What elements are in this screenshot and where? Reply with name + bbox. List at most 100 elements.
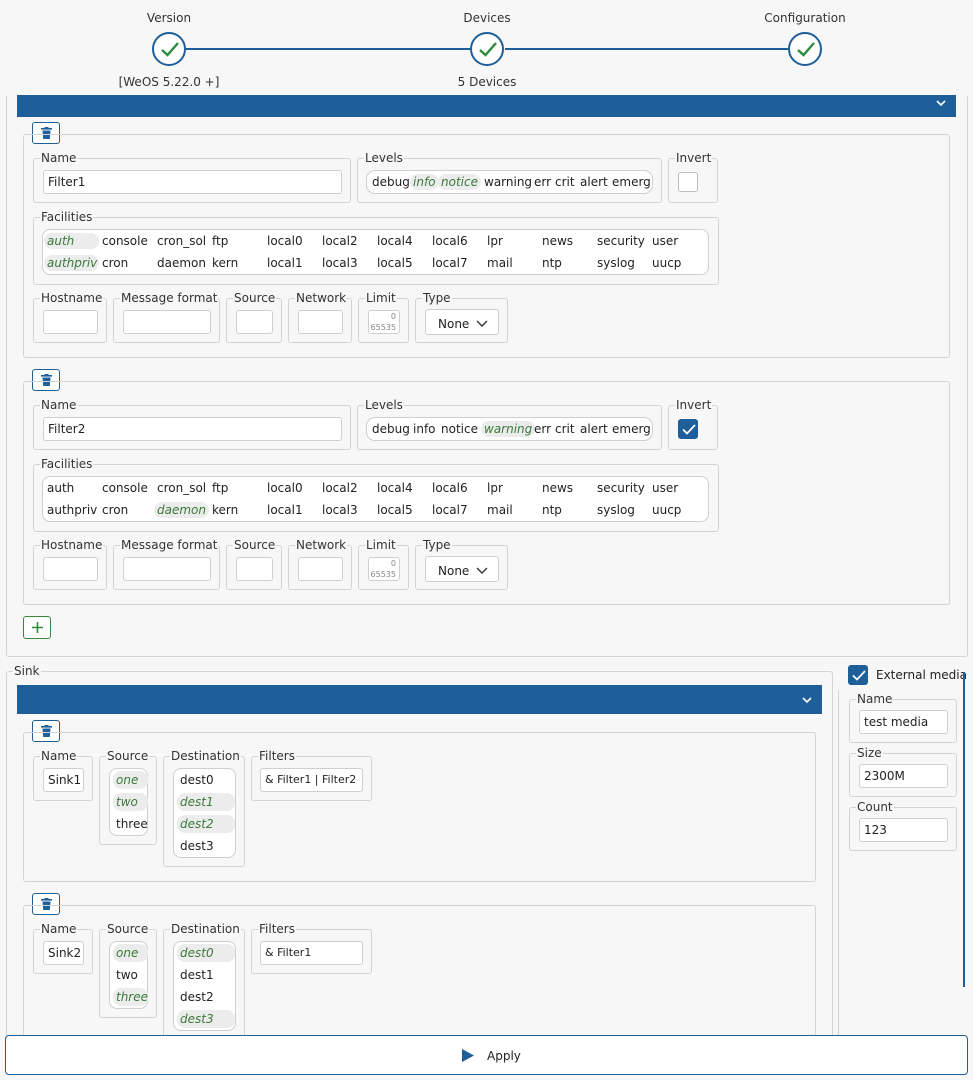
message-format-input[interactable] xyxy=(123,310,211,334)
step-devices-circle[interactable] xyxy=(470,32,504,66)
level-option[interactable]: notice xyxy=(438,174,481,190)
level-option[interactable]: notice xyxy=(438,421,481,437)
level-option[interactable]: alert xyxy=(577,174,611,190)
filter-name-input[interactable]: Filter2 xyxy=(43,417,342,441)
sink-source-select[interactable]: one two three xyxy=(109,941,148,1009)
levels-select[interactable]: debug info notice warning err crit alert… xyxy=(366,417,653,441)
sink-name-input[interactable]: Sink2 xyxy=(43,941,84,965)
facility-option[interactable]: auth xyxy=(44,480,77,496)
facility-option[interactable]: ntp xyxy=(539,255,565,271)
destination-option[interactable]: dest2 xyxy=(177,815,235,833)
level-option[interactable]: crit xyxy=(552,174,578,190)
level-option[interactable]: emerg xyxy=(609,174,654,190)
facility-option[interactable]: ntp xyxy=(539,502,565,518)
facilities-select[interactable]: auth console cron_sol ftp local0 local2 … xyxy=(42,476,709,522)
facility-option[interactable]: local5 xyxy=(374,502,416,518)
sink-filters-input[interactable]: & Filter1 | Filter2 xyxy=(260,768,363,792)
facility-option[interactable]: user xyxy=(649,480,681,496)
facility-option[interactable]: local4 xyxy=(374,480,416,496)
facility-option[interactable]: local7 xyxy=(429,255,471,271)
add-filter-button[interactable] xyxy=(23,616,51,639)
facility-option[interactable]: authpriv xyxy=(44,255,99,271)
facility-option[interactable]: local0 xyxy=(264,233,306,249)
facility-option[interactable]: news xyxy=(539,233,576,249)
apply-button[interactable]: Apply xyxy=(5,1035,968,1075)
level-option[interactable]: warning xyxy=(481,421,536,437)
facility-option[interactable]: lpr xyxy=(484,233,506,249)
facility-option[interactable]: uucp xyxy=(649,502,684,518)
source-option[interactable]: three xyxy=(113,815,151,833)
facility-option[interactable]: security xyxy=(594,480,648,496)
level-option[interactable]: err xyxy=(531,421,554,437)
hostname-input[interactable] xyxy=(43,557,98,581)
external-media-checkbox[interactable] xyxy=(848,665,868,685)
facility-option[interactable]: authpriv xyxy=(44,502,100,518)
type-select[interactable]: None xyxy=(425,309,499,335)
destination-option[interactable]: dest3 xyxy=(177,1010,235,1028)
facility-option[interactable]: ftp xyxy=(209,233,231,249)
sink-source-select[interactable]: one two three xyxy=(109,768,148,836)
destination-option[interactable]: dest1 xyxy=(177,966,217,984)
level-option[interactable]: debug xyxy=(369,421,413,437)
levels-select[interactable]: debug info notice warning err crit alert… xyxy=(366,170,653,194)
invert-checkbox[interactable] xyxy=(678,172,698,192)
facility-option[interactable]: syslog xyxy=(594,255,638,271)
facility-option[interactable]: cron xyxy=(99,502,131,518)
destination-option[interactable]: dest1 xyxy=(177,793,235,811)
facility-option[interactable]: local3 xyxy=(319,502,361,518)
source-option[interactable]: three xyxy=(113,988,148,1006)
level-option[interactable]: err xyxy=(531,174,554,190)
limit-input[interactable]: 0 65535 xyxy=(368,310,400,334)
facility-option[interactable]: local1 xyxy=(264,502,306,518)
facility-option[interactable]: cron xyxy=(99,255,131,271)
source-input[interactable] xyxy=(236,557,273,581)
network-input[interactable] xyxy=(298,557,343,581)
facility-option[interactable]: daemon xyxy=(154,255,209,271)
sink-collapse-bar[interactable] xyxy=(17,685,822,714)
level-option[interactable]: info xyxy=(410,174,439,190)
facility-option[interactable]: local5 xyxy=(374,255,416,271)
filter-name-input[interactable]: Filter1 xyxy=(43,170,342,194)
facility-option[interactable]: local1 xyxy=(264,255,306,271)
facility-option[interactable]: daemon xyxy=(154,502,209,518)
message-format-input[interactable] xyxy=(123,557,211,581)
facility-option[interactable]: syslog xyxy=(594,502,638,518)
facility-option[interactable]: local4 xyxy=(374,233,416,249)
facility-option[interactable]: local0 xyxy=(264,480,306,496)
facilities-select[interactable]: auth console cron_sol ftp local0 local2 … xyxy=(42,229,709,275)
source-input[interactable] xyxy=(236,310,273,334)
sink-name-input[interactable]: Sink1 xyxy=(43,768,84,792)
facility-option[interactable]: local6 xyxy=(429,233,471,249)
filters-collapse-bar[interactable] xyxy=(17,95,956,117)
destination-option[interactable]: dest0 xyxy=(177,771,217,789)
facility-option[interactable]: console xyxy=(99,480,151,496)
facility-option[interactable]: local7 xyxy=(429,502,471,518)
network-input[interactable] xyxy=(298,310,343,334)
facility-option[interactable]: auth xyxy=(44,233,99,249)
media-count-input[interactable]: 123 xyxy=(859,818,948,842)
destination-option[interactable]: dest0 xyxy=(177,944,235,962)
facility-option[interactable]: local2 xyxy=(319,233,361,249)
media-size-input[interactable]: 2300M xyxy=(859,764,948,788)
destination-option[interactable]: dest3 xyxy=(177,837,217,855)
facility-option[interactable]: security xyxy=(594,233,648,249)
facility-option[interactable]: user xyxy=(649,233,681,249)
level-option[interactable]: warning xyxy=(481,174,535,190)
source-option[interactable]: one xyxy=(113,771,148,789)
level-option[interactable]: emerg xyxy=(609,421,654,437)
limit-input[interactable]: 0 65535 xyxy=(368,557,400,581)
level-option[interactable]: info xyxy=(410,421,439,437)
facility-option[interactable]: cron_sol xyxy=(154,233,209,249)
sink-destination-select[interactable]: dest0 dest1 dest2 dest3 xyxy=(173,768,236,858)
facility-option[interactable]: lpr xyxy=(484,480,506,496)
facility-option[interactable]: kern xyxy=(209,502,241,518)
level-option[interactable]: crit xyxy=(552,421,578,437)
type-select[interactable]: None xyxy=(425,556,499,582)
facility-option[interactable]: news xyxy=(539,480,576,496)
facility-option[interactable]: kern xyxy=(209,255,241,271)
facility-option[interactable]: mail xyxy=(484,255,516,271)
facility-option[interactable]: ftp xyxy=(209,480,231,496)
destination-option[interactable]: dest2 xyxy=(177,988,217,1006)
sink-filters-input[interactable]: & Filter1 xyxy=(260,941,363,965)
facility-option[interactable]: local3 xyxy=(319,255,361,271)
